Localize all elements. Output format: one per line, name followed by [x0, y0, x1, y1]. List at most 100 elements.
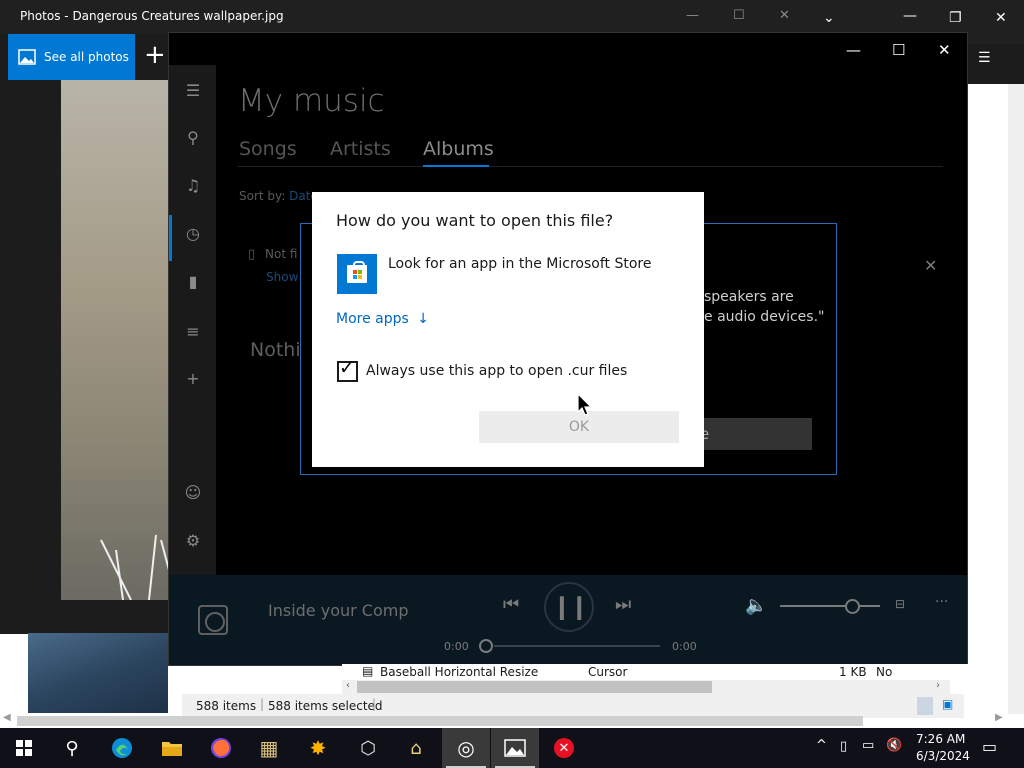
taskbar-app-church[interactable]: ⌂ [392, 728, 440, 768]
device-icon[interactable]: ▯ [840, 739, 847, 754]
horizontal-scroll-thumb[interactable] [357, 681, 712, 693]
album-art-icon[interactable] [198, 605, 228, 635]
file-icon: ▤ [362, 664, 374, 678]
taskbar-error-app[interactable]: ✕ [540, 728, 588, 768]
volume-slider[interactable] [780, 605, 880, 607]
building-icon: ⌂ [410, 737, 422, 759]
resize-diagonal-icon[interactable]: ⤢ [972, 662, 988, 686]
music-minimize-icon[interactable]: — [846, 41, 861, 59]
sort-by-label: Sort by: [239, 189, 286, 203]
taskbar-groove-music[interactable]: ◎ [442, 728, 490, 768]
explorer-vertical-scrollbar[interactable] [1008, 84, 1024, 714]
volume-thumb[interactable] [845, 599, 860, 614]
more-apps-link[interactable]: More apps ↓ [336, 311, 429, 327]
status-item-count: 588 items [196, 699, 257, 713]
checkmark-icon: ✓ [339, 357, 355, 379]
photos-maximize-icon[interactable]: ☐ [733, 8, 745, 23]
hamburger-menu-icon[interactable]: ☰ [181, 81, 205, 100]
wallpaper-image [61, 80, 171, 600]
playlists-icon[interactable]: ≡ [181, 322, 205, 341]
taskbar: ⚲ ▦ ✸ ⬡ ⌂ ◎ ✕ ^ ▯ ▭ 🔇 7:26 AM 6/3/2024 ▭ [0, 728, 1024, 768]
file-list-row[interactable]: ▤ Baseball Horizontal Resize Cursor 1 KB… [342, 664, 968, 680]
nothing-text: Nothi [250, 339, 301, 361]
now-playing-bars-icon[interactable]: ▮ [181, 272, 205, 291]
volume-icon[interactable]: 🔈 [745, 595, 767, 616]
more-options-icon[interactable]: ··· [976, 110, 991, 129]
music-note-icon[interactable]: ♫ [181, 176, 205, 195]
status-selected-count: 588 items selected [268, 699, 383, 713]
chevron-down-icon[interactable]: ⌄ [823, 10, 835, 26]
ok-label: OK [568, 419, 590, 435]
scroll-right-arrow-icon[interactable]: ▶ [995, 712, 1003, 723]
recent-clock-icon[interactable]: ◷ [181, 224, 205, 243]
not-found-text: Not fi [265, 247, 298, 261]
restore-icon[interactable]: ❐ [949, 10, 962, 26]
tab-albums-underline [423, 165, 489, 167]
music-maximize-icon[interactable]: ☐ [892, 41, 905, 59]
photos-close-icon[interactable]: ✕ [779, 8, 790, 23]
error-x-icon: ✕ [554, 738, 574, 758]
minimize-icon[interactable]: — [903, 8, 917, 24]
network-icon[interactable]: ▭ [862, 738, 874, 753]
seek-thumb[interactable] [479, 639, 493, 653]
edge-icon [112, 738, 132, 758]
new-playlist-icon[interactable]: + [181, 369, 205, 388]
scroll-right-icon[interactable]: › [936, 680, 940, 691]
time-total: 0:00 [672, 640, 697, 653]
account-icon[interactable]: ☺ [181, 483, 205, 502]
clock-time[interactable]: 7:26 AM [916, 732, 965, 746]
tabs-divider [238, 166, 943, 167]
search-icon: ⚲ [65, 737, 79, 759]
groove-music-icon: ◎ [457, 736, 475, 760]
track-title[interactable]: Inside your Comp [268, 601, 409, 620]
microsoft-store-icon[interactable] [337, 254, 377, 294]
archive-icon: ▦ [259, 736, 279, 760]
always-use-label[interactable]: Always use this app to open .cur files [366, 363, 627, 379]
notifications-icon[interactable]: ▭ [982, 737, 997, 756]
previous-track-icon[interactable]: ⏮ [503, 594, 519, 615]
filmstrip-thumbnail[interactable] [28, 633, 168, 713]
next-track-icon[interactable]: ⏭ [615, 594, 631, 615]
search-icon[interactable]: ⚲ [181, 128, 205, 147]
more-icon[interactable]: ··· [935, 594, 948, 610]
tab-artists[interactable]: Artists [330, 138, 391, 160]
arrow-down-icon: ↓ [417, 311, 429, 327]
add-icon[interactable]: + [144, 40, 166, 70]
settings-gear-icon[interactable]: ⚙ [181, 531, 205, 550]
speaker-muted-icon[interactable]: 🔇 [886, 738, 902, 753]
sort-by-control[interactable]: Sort by: Date [239, 189, 318, 203]
taskbar-app-archive[interactable]: ▦ [245, 728, 293, 768]
explorer-bottom-scrollbar[interactable] [17, 716, 863, 726]
taskbar-firefox[interactable] [197, 728, 245, 768]
tab-songs[interactable]: Songs [239, 138, 297, 160]
start-button[interactable] [0, 728, 48, 768]
store-option-label[interactable]: Look for an app in the Microsoft Store [388, 256, 651, 272]
taskbar-app-box[interactable]: ⬡ [344, 728, 392, 768]
notice-action-button[interactable] [696, 418, 812, 450]
tab-albums[interactable]: Albums [423, 138, 494, 160]
details-view-icon[interactable] [917, 697, 933, 715]
show-hidden-icons-icon[interactable]: ^ [816, 738, 827, 753]
photos-minimize-icon[interactable]: — [686, 8, 699, 23]
taskbar-photos[interactable] [491, 728, 539, 768]
scroll-left-arrow-icon[interactable]: ◀ [3, 712, 11, 723]
time-elapsed: 0:00 [444, 640, 469, 653]
menu-icon[interactable]: ☰ [978, 50, 991, 66]
notice-close-icon[interactable]: ✕ [924, 256, 937, 275]
scroll-left-icon[interactable]: ‹ [346, 680, 350, 691]
clock-date[interactable]: 6/3/2024 [916, 749, 970, 763]
show-link[interactable]: Show [266, 270, 298, 284]
see-all-photos-label: See all photos [44, 50, 129, 64]
taskbar-app-spark[interactable]: ✸ [294, 728, 342, 768]
taskbar-search-button[interactable]: ⚲ [48, 728, 96, 768]
mini-player-icon[interactable]: ⊟ [895, 597, 905, 611]
seek-bar[interactable] [494, 645, 660, 647]
close-icon[interactable]: ✕ [995, 10, 1007, 26]
large-icons-view-icon[interactable]: ▣ [942, 697, 953, 711]
sidebar-active-indicator [169, 215, 172, 261]
music-close-icon[interactable]: ✕ [938, 41, 951, 59]
see-all-photos-button[interactable]: See all photos [8, 34, 135, 80]
taskbar-file-explorer[interactable] [148, 728, 196, 768]
taskbar-edge[interactable] [98, 728, 146, 768]
status-divider: | [372, 697, 377, 711]
